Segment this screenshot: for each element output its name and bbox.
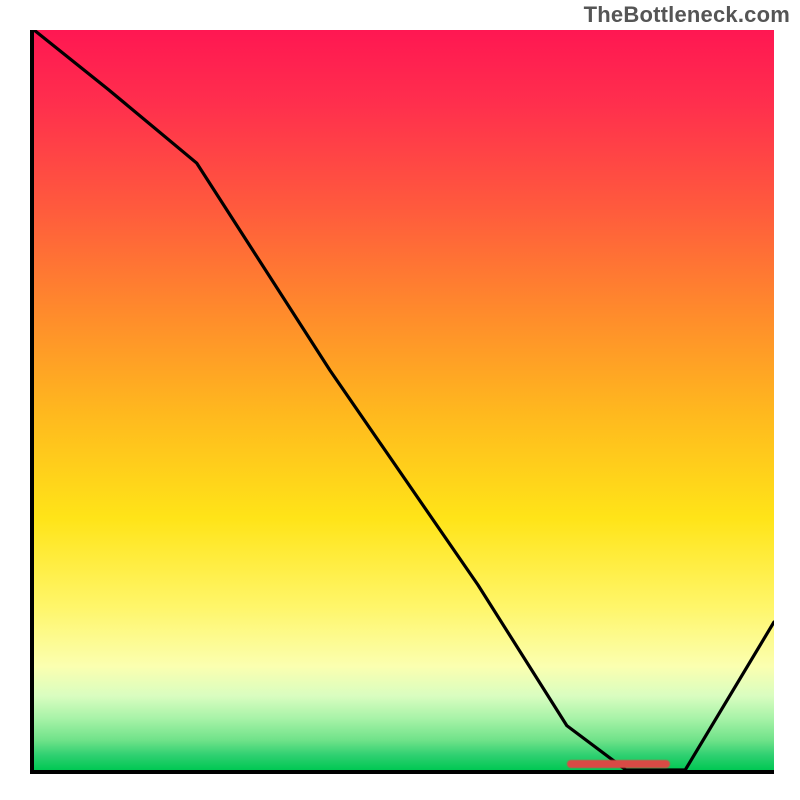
bottleneck-curve <box>34 30 774 770</box>
watermark-text: TheBottleneck.com <box>584 2 790 28</box>
chart-canvas: TheBottleneck.com <box>0 0 800 800</box>
plot-area <box>30 30 774 774</box>
optimal-range-marker <box>567 760 671 768</box>
